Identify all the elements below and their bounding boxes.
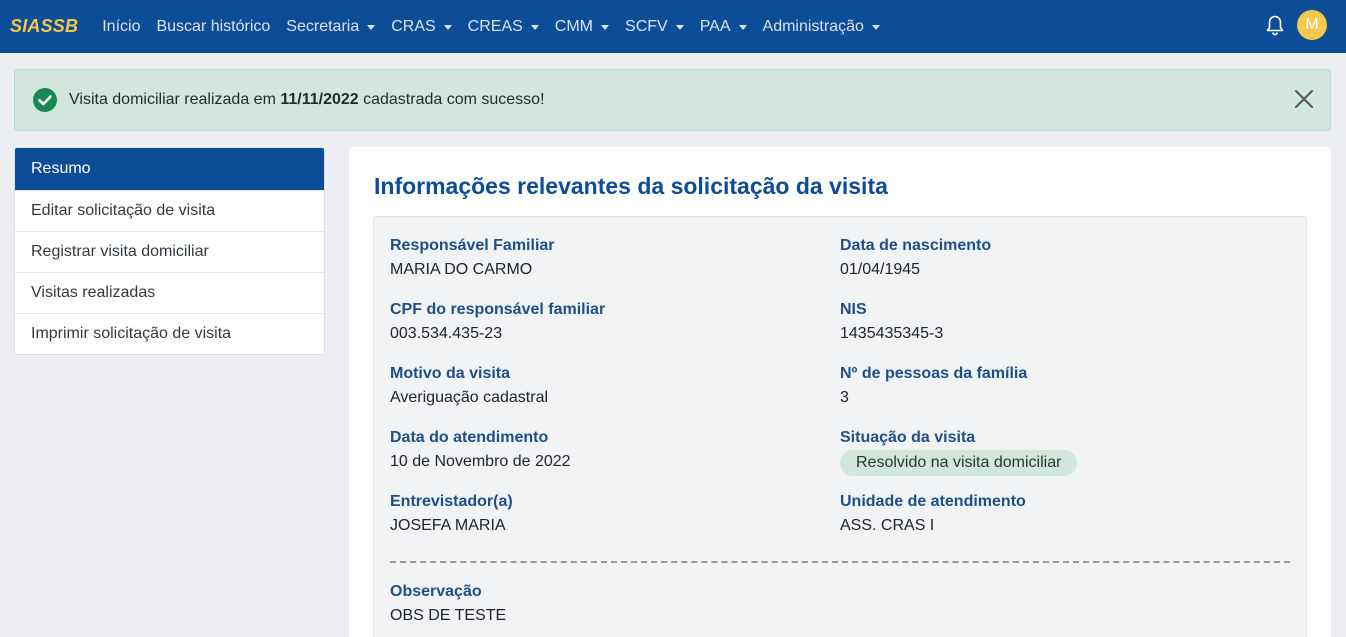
field-value: MARIA DO CARMO — [390, 261, 533, 278]
field-observacao: Observação OBS DE TESTE — [390, 583, 506, 625]
nav-item-cmm[interactable]: CMM — [554, 17, 610, 36]
nav-item-label: Secretaria — [286, 17, 360, 35]
status-badge: Resolvido na visita domiciliar — [840, 450, 1078, 476]
field-data-atendimento: Data do atendimento 10 de Novembro de 20… — [390, 429, 571, 471]
field-situacao: Situação da visita Resolvido na visita d… — [840, 429, 1078, 476]
sidebar-item-label: Registrar visita domiciliar — [31, 243, 209, 260]
field-value: 3 — [840, 389, 849, 406]
field-label: Motivo da visita — [390, 365, 511, 382]
sidebar-item-imprimir-solicitacao[interactable]: Imprimir solicitação de visita — [15, 313, 324, 354]
field-label: NIS — [840, 301, 867, 318]
chevron-down-icon — [443, 24, 452, 30]
field-label: Responsável Familiar — [390, 237, 555, 254]
sidebar-item-label: Visitas realizadas — [31, 284, 156, 301]
field-label: Data do atendimento — [390, 429, 549, 446]
nav-item-cras[interactable]: CRAS — [391, 17, 452, 36]
nav-item-label: CRAS — [391, 17, 436, 35]
sidebar-item-visitas-realizadas[interactable]: Visitas realizadas — [15, 272, 324, 313]
field-unidade: Unidade de atendimento ASS. CRAS I — [840, 493, 1026, 535]
alert-message: Visita domiciliar realizada em 11/11/202… — [69, 91, 545, 109]
field-value: JOSEFA MARIA — [390, 517, 506, 534]
chevron-down-icon — [601, 24, 610, 30]
alert-suffix: cadastrada com sucesso! — [358, 91, 545, 108]
field-nis: NIS 1435435345-3 — [840, 301, 943, 343]
sidebar-item-resumo[interactable]: Resumo — [15, 148, 324, 190]
field-value: 1435435345-3 — [840, 325, 944, 342]
field-value: 10 de Novembro de 2022 — [390, 453, 571, 470]
nav-menu: Início Buscar histórico Secretaria CRAS … — [102, 18, 896, 36]
chevron-down-icon — [738, 24, 747, 30]
page-title: Informações relevantes da solicitação da… — [374, 173, 888, 199]
nav-item-label: Buscar histórico — [156, 17, 271, 35]
field-pessoas-familia: Nº de pessoas da família 3 — [840, 365, 1027, 407]
field-value: 003.534.435-23 — [390, 325, 503, 342]
field-value: OBS DE TESTE — [390, 607, 507, 624]
nav-item-scfv[interactable]: SCFV — [625, 18, 684, 36]
nav-item-label: Administração — [762, 17, 864, 35]
check-circle-icon — [33, 88, 57, 112]
alert-date: 11/11/2022 — [280, 91, 359, 108]
sidebar-item-label: Editar solicitação de visita — [31, 202, 216, 219]
field-data-nascimento: Data de nascimento 01/04/1945 — [840, 237, 991, 279]
section-divider — [390, 561, 1290, 563]
chevron-down-icon — [367, 24, 376, 30]
nav-item-creas[interactable]: CREAS — [468, 18, 539, 36]
brand-logo[interactable]: SIASSB — [10, 16, 78, 37]
nav-item-label: CREAS — [467, 17, 523, 35]
field-responsavel: Responsável Familiar MARIA DO CARMO — [390, 237, 555, 279]
chevron-down-icon — [675, 24, 684, 30]
user-avatar[interactable]: M — [1297, 10, 1327, 40]
sidebar-item-editar-solicitacao[interactable]: Editar solicitação de visita — [15, 190, 324, 231]
info-panel: Responsável Familiar MARIA DO CARMO Data… — [373, 216, 1307, 637]
nav-item-inicio[interactable]: Início — [102, 18, 140, 36]
field-value: ASS. CRAS I — [840, 517, 935, 534]
close-icon[interactable] — [1294, 89, 1314, 109]
field-cpf: CPF do responsável familiar 003.534.435-… — [390, 301, 605, 343]
nav-item-paa[interactable]: PAA — [700, 18, 747, 36]
field-label: CPF do responsável familiar — [390, 301, 606, 318]
field-entrevistador: Entrevistador(a) JOSEFA MARIA — [390, 493, 513, 535]
bell-icon[interactable] — [1265, 14, 1285, 36]
field-label: Observação — [390, 583, 482, 600]
success-alert: Visita domiciliar realizada em 11/11/202… — [14, 69, 1331, 131]
nav-item-buscar-historico[interactable]: Buscar histórico — [156, 18, 270, 36]
sidebar-menu: Resumo Editar solicitação de visita Regi… — [14, 147, 325, 355]
nav-item-label: CMM — [554, 17, 594, 35]
sidebar-item-label: Imprimir solicitação de visita — [31, 325, 232, 342]
field-label: Unidade de atendimento — [840, 493, 1026, 510]
sidebar-item-registrar-visita[interactable]: Registrar visita domiciliar — [15, 231, 324, 272]
nav-item-secretaria[interactable]: Secretaria — [286, 17, 376, 36]
field-label: Entrevistador(a) — [390, 493, 513, 510]
field-value: 01/04/1945 — [840, 261, 921, 278]
field-label: Nº de pessoas da família — [840, 365, 1028, 382]
nav-item-label: SCFV — [625, 17, 668, 35]
alert-prefix: Visita domiciliar realizada em — [69, 91, 281, 108]
nav-right-actions: M — [1265, 10, 1327, 40]
sidebar-item-label: Resumo — [31, 160, 91, 177]
field-label: Data de nascimento — [840, 237, 992, 254]
field-motivo: Motivo da visita Averiguação cadastral — [390, 365, 548, 407]
nav-item-label: PAA — [699, 17, 731, 35]
field-label: Situação da visita — [840, 429, 976, 446]
field-value: Averiguação cadastral — [390, 389, 549, 406]
nav-item-label: Início — [102, 17, 141, 35]
top-navbar: SIASSB Início Buscar histórico Secretari… — [0, 0, 1346, 53]
nav-item-administracao[interactable]: Administração — [763, 18, 880, 36]
chevron-down-icon — [871, 24, 880, 30]
chevron-down-icon — [530, 24, 539, 30]
main-card: Informações relevantes da solicitação da… — [349, 147, 1331, 637]
